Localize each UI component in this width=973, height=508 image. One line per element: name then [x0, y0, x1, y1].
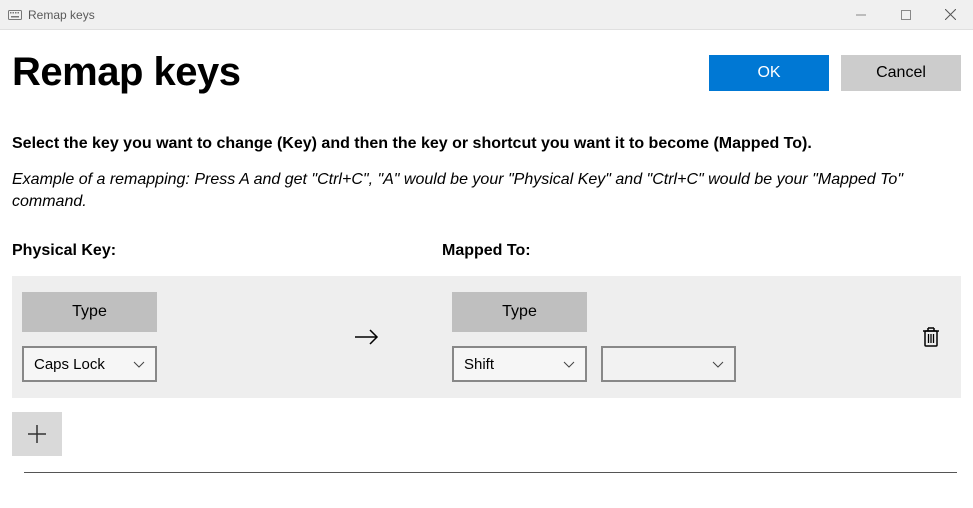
- minimize-button[interactable]: [838, 0, 883, 30]
- add-mapping-button[interactable]: [12, 412, 62, 456]
- arrow-icon: [282, 327, 452, 347]
- maximize-button[interactable]: [883, 0, 928, 30]
- mapped-to-header: Mapped To:: [442, 242, 961, 260]
- physical-key-value: Caps Lock: [34, 356, 105, 373]
- mapped-key-value-1: Shift: [464, 356, 494, 373]
- keyboard-icon: [8, 10, 22, 20]
- mapped-key-select-1[interactable]: Shift: [452, 346, 587, 382]
- header-buttons: OK Cancel: [709, 55, 961, 91]
- page-title: Remap keys: [12, 50, 240, 95]
- plus-icon: [26, 423, 48, 445]
- chevron-down-icon: [133, 356, 145, 373]
- mapped-type-button[interactable]: Type: [452, 292, 587, 332]
- physical-key-block: Type Caps Lock: [22, 292, 282, 382]
- window-controls: [838, 0, 973, 30]
- chevron-down-icon: [563, 356, 575, 373]
- ok-button[interactable]: OK: [709, 55, 829, 91]
- close-button[interactable]: [928, 0, 973, 30]
- footer-divider: [24, 472, 957, 473]
- content: Select the key you want to change (Key) …: [0, 95, 973, 398]
- add-row: [0, 398, 973, 456]
- window-title: Remap keys: [28, 8, 95, 22]
- column-headers: Physical Key: Mapped To:: [12, 242, 961, 260]
- trash-icon: [921, 326, 941, 348]
- mapped-to-block: Type Shift: [452, 292, 736, 382]
- example-text: Example of a remapping: Press A and get …: [12, 169, 961, 212]
- instruction-text: Select the key you want to change (Key) …: [12, 135, 961, 153]
- chevron-down-icon: [712, 356, 724, 373]
- titlebar: Remap keys: [0, 0, 973, 30]
- mapped-key-select-2[interactable]: [601, 346, 736, 382]
- cancel-button[interactable]: Cancel: [841, 55, 961, 91]
- delete-mapping-button[interactable]: [921, 326, 951, 348]
- mapping-row: Type Caps Lock Type Shift: [12, 276, 961, 398]
- physical-type-button[interactable]: Type: [22, 292, 157, 332]
- physical-key-select[interactable]: Caps Lock: [22, 346, 157, 382]
- physical-key-header: Physical Key:: [12, 242, 442, 260]
- header: Remap keys OK Cancel: [0, 30, 973, 95]
- mapped-selects: Shift: [452, 346, 736, 382]
